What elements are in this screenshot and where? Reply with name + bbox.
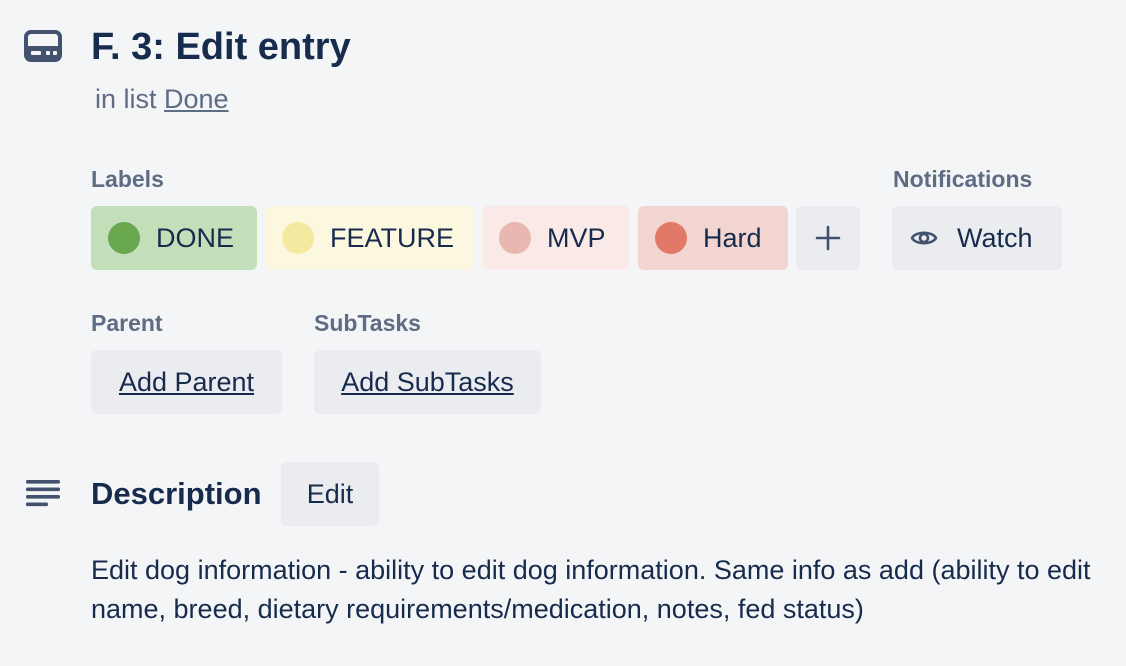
- eye-icon: [910, 231, 938, 245]
- subtasks-heading: SubTasks: [314, 310, 421, 336]
- label-color-dot: [108, 222, 140, 254]
- description-heading: Description: [91, 476, 262, 511]
- add-subtasks-label: Add SubTasks: [341, 366, 514, 397]
- edit-description-button[interactable]: Edit: [281, 462, 379, 526]
- add-subtasks-button[interactable]: Add SubTasks: [314, 350, 541, 414]
- description-lines-icon: [26, 480, 60, 507]
- list-link[interactable]: Done: [164, 84, 229, 114]
- in-list-prefix: in list: [95, 84, 157, 114]
- label-text: FEATURE: [330, 222, 455, 253]
- card-title[interactable]: F. 3: Edit entry: [91, 24, 351, 70]
- add-parent-button[interactable]: Add Parent: [91, 350, 282, 414]
- label-text: MVP: [547, 222, 606, 253]
- label-text: Hard: [703, 222, 762, 253]
- parent-heading: Parent: [91, 310, 163, 336]
- label-text: DONE: [156, 222, 235, 253]
- label-chip-mvp[interactable]: MVP: [482, 206, 630, 270]
- add-label-button[interactable]: [796, 206, 860, 270]
- description-text[interactable]: Edit dog information - ability to edit d…: [91, 551, 1111, 629]
- label-color-dot: [499, 222, 531, 254]
- label-chip-done[interactable]: DONE: [91, 206, 257, 270]
- labels-heading: Labels: [91, 166, 164, 192]
- card-list-info: in list Done: [95, 82, 229, 116]
- label-chip-feature[interactable]: FEATURE: [265, 206, 474, 270]
- label-color-dot: [655, 222, 687, 254]
- add-parent-label: Add Parent: [118, 366, 255, 397]
- label-chip-hard[interactable]: Hard: [638, 206, 788, 270]
- watch-button[interactable]: Watch: [892, 206, 1062, 270]
- card-icon: [24, 30, 62, 62]
- notifications-heading: Notifications: [893, 166, 1033, 192]
- edit-label: Edit: [306, 478, 354, 509]
- plus-icon: [815, 225, 841, 251]
- watch-label: Watch: [957, 222, 1033, 253]
- label-color-dot: [282, 222, 314, 254]
